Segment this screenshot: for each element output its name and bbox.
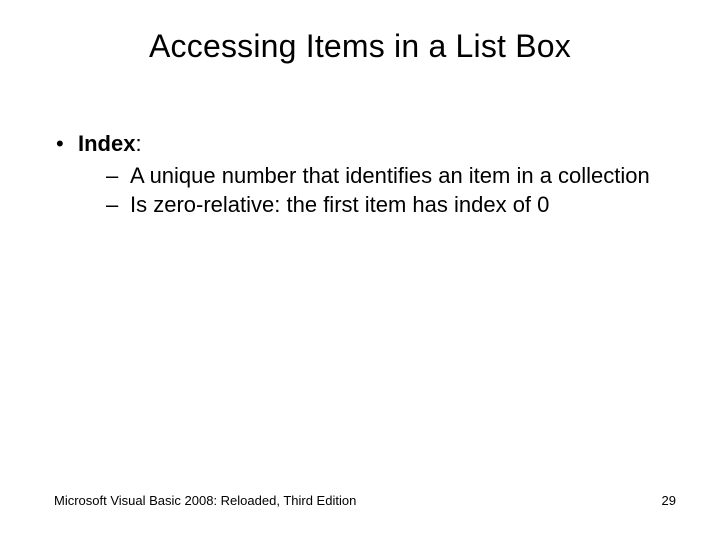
- bullet-level1: Index:: [54, 130, 660, 158]
- slide-body: Index: A unique number that identifies a…: [54, 130, 660, 221]
- bullet-level2: A unique number that identifies an item …: [54, 162, 660, 190]
- bullet-level2: Is zero-relative: the first item has ind…: [54, 191, 660, 219]
- slide-title: Accessing Items in a List Box: [0, 28, 720, 65]
- footer-source: Microsoft Visual Basic 2008: Reloaded, T…: [54, 493, 356, 508]
- page-number: 29: [662, 493, 676, 508]
- bullet-term-colon: :: [135, 131, 141, 156]
- slide: Accessing Items in a List Box Index: A u…: [0, 0, 720, 540]
- bullet-term: Index: [78, 131, 135, 156]
